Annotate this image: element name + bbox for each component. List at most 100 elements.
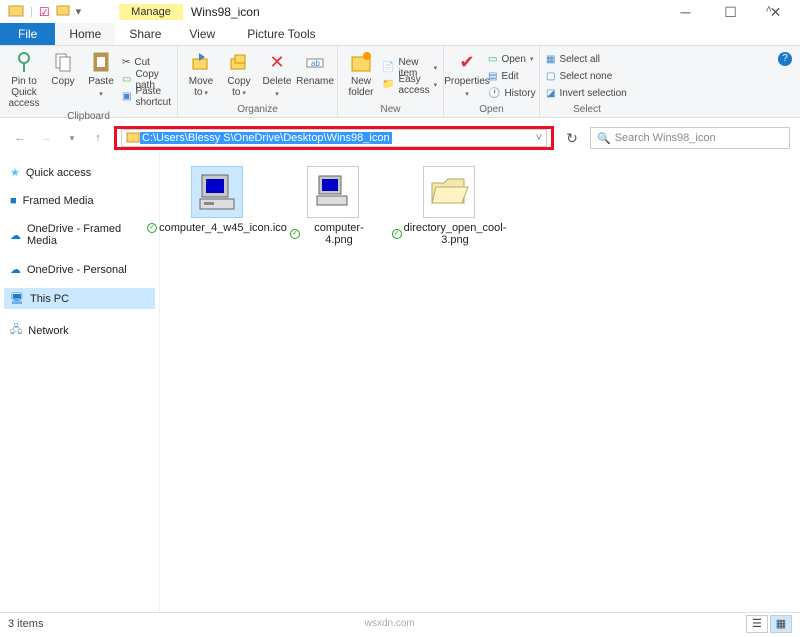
help-icon[interactable]: ? — [778, 52, 792, 66]
square-icon: ■ — [10, 195, 17, 207]
address-path-text: C:\Users\Blessy S\OneDrive\Desktop\Wins9… — [140, 132, 392, 144]
view-tab[interactable]: View — [175, 23, 229, 45]
minimize-button[interactable]: ─ — [663, 1, 708, 23]
file-label: ✓directory_open_cool-3.png — [392, 222, 507, 246]
svg-text:ab: ab — [311, 59, 320, 68]
watermark: wsxdn.com — [365, 618, 415, 629]
file-tab[interactable]: File — [0, 23, 55, 45]
status-bar: 3 items wsxdn.com ☰ ▦ — [0, 612, 800, 634]
main-area: ★Quick access ■Framed Media ☁OneDrive - … — [0, 152, 800, 612]
forward-button[interactable]: → — [36, 128, 56, 148]
select-group-label: Select — [546, 104, 628, 116]
newfolder-icon — [350, 50, 372, 74]
refresh-button[interactable]: ↻ — [560, 126, 584, 150]
picture-tools-tab[interactable]: Picture Tools — [237, 23, 325, 45]
history-icon: 🕐 — [488, 88, 500, 99]
shortcut-icon: ▣ — [122, 91, 131, 102]
move-to-button[interactable]: Move to — [184, 48, 218, 104]
select-all-button[interactable]: ▦Select all — [546, 51, 627, 68]
copypath-icon: ▭ — [122, 74, 131, 85]
rename-icon: ab — [305, 50, 325, 74]
copy-to-button[interactable]: Copy to — [222, 48, 256, 104]
edit-icon: ▤ — [488, 71, 497, 82]
delete-button[interactable]: ✕Delete — [260, 48, 294, 104]
ribbon: Pin to Quick access Copy Paste ✂Cut ▭Cop… — [0, 46, 800, 118]
maximize-button[interactable]: ☐ — [708, 1, 753, 23]
recent-locations-button[interactable]: ▾ — [62, 128, 82, 148]
network-icon: 🖧 — [10, 321, 22, 340]
file-item[interactable]: ✓computer_4_w45_icon.ico — [174, 166, 260, 234]
pin-to-quick-access-button[interactable]: Pin to Quick access — [6, 48, 42, 111]
new-group-label: New — [344, 104, 437, 116]
search-box[interactable]: 🔍 Search Wins98_icon — [590, 127, 790, 149]
search-placeholder: Search Wins98_icon — [615, 132, 716, 144]
sync-check-icon: ✓ — [147, 223, 157, 233]
paste-icon — [91, 50, 111, 74]
details-view-button[interactable]: ☰ — [746, 615, 768, 633]
window-title: Wins98_icon — [191, 5, 260, 19]
paste-shortcut-button[interactable]: ▣Paste shortcut — [122, 88, 171, 105]
selectnone-icon: ▢ — [546, 71, 555, 82]
qat-overflow[interactable]: ▾ — [76, 5, 82, 18]
new-folder-button[interactable]: New folder — [344, 48, 378, 104]
select-none-button[interactable]: ▢Select none — [546, 68, 627, 85]
easy-access-button[interactable]: 📁Easy access — [382, 76, 437, 93]
rename-button[interactable]: abRename — [298, 48, 332, 104]
copyto-icon — [229, 50, 249, 74]
address-bar[interactable]: C:\Users\Blessy S\OneDrive\Desktop\Wins9… — [121, 129, 547, 147]
computer-icon — [191, 166, 243, 218]
open-button[interactable]: ▭Open — [488, 51, 536, 68]
file-item[interactable]: ✓directory_open_cool-3.png — [406, 166, 492, 246]
history-button[interactable]: 🕐History — [488, 85, 536, 102]
collapse-ribbon-icon[interactable]: ˄ — [766, 4, 772, 16]
file-label: ✓computer_4_w45_icon.ico — [147, 222, 287, 234]
sync-check-icon: ✓ — [392, 229, 402, 239]
search-icon: 🔍 — [597, 132, 611, 145]
thumbnails-view-button[interactable]: ▦ — [770, 615, 792, 633]
titlebar: | ☑ ▾ Manage Wins98_icon ─ ☐ ✕ — [0, 0, 800, 23]
invert-selection-button[interactable]: ◪Invert selection — [546, 85, 627, 102]
back-button[interactable]: ← — [10, 128, 30, 148]
properties-icon: ✔ — [459, 50, 474, 74]
invert-icon: ◪ — [546, 88, 555, 99]
easyaccess-icon: 📁 — [382, 79, 394, 90]
delete-icon: ✕ — [269, 50, 284, 74]
share-tab[interactable]: Share — [115, 23, 175, 45]
folder-icon — [8, 2, 24, 21]
address-bar-highlight: C:\Users\Blessy S\OneDrive\Desktop\Wins9… — [114, 126, 554, 150]
manage-tab[interactable]: Manage — [119, 4, 183, 20]
cut-icon: ✂ — [122, 57, 130, 68]
sidebar-item-framed-media[interactable]: ■Framed Media — [4, 191, 155, 211]
qat-separator: | — [30, 6, 33, 18]
pc-icon: 🖥 — [10, 292, 24, 305]
file-item[interactable]: ✓computer-4.png — [290, 166, 376, 246]
sidebar-item-network[interactable]: 🖧Network — [4, 317, 155, 344]
navigation-pane: ★Quick access ■Framed Media ☁OneDrive - … — [0, 152, 160, 612]
home-tab[interactable]: Home — [55, 23, 115, 45]
sidebar-item-onedrive-framed[interactable]: ☁OneDrive - Framed Media — [4, 219, 155, 251]
copy-button[interactable]: Copy — [46, 48, 80, 111]
open-icon: ▭ — [488, 54, 497, 65]
checkbox-icon[interactable]: ☑ — [39, 5, 50, 19]
cloud-icon: ☁ — [10, 263, 21, 276]
organize-group-label: Organize — [184, 104, 331, 116]
moveto-icon — [191, 50, 211, 74]
paste-button[interactable]: Paste — [84, 48, 118, 111]
open-group-label: Open — [450, 104, 533, 116]
sidebar-item-onedrive-personal[interactable]: ☁OneDrive - Personal — [4, 259, 155, 280]
properties-button[interactable]: ✔Properties — [450, 48, 484, 104]
selectall-icon: ▦ — [546, 54, 555, 65]
folder-qat-icon[interactable] — [56, 3, 70, 20]
up-button[interactable]: ↑ — [88, 128, 108, 148]
file-label: ✓computer-4.png — [290, 222, 376, 246]
address-dropdown-icon[interactable]: ˅ — [536, 132, 542, 144]
sidebar-item-quick-access[interactable]: ★Quick access — [4, 162, 155, 183]
sidebar-item-this-pc[interactable]: 🖥This PC — [4, 288, 155, 309]
folder-icon — [126, 130, 140, 147]
sync-check-icon: ✓ — [290, 229, 300, 239]
close-button[interactable]: ✕ — [753, 1, 798, 23]
computer-icon — [307, 166, 359, 218]
newitem-icon: 📄 — [382, 62, 394, 73]
folder-open-icon — [423, 166, 475, 218]
edit-button[interactable]: ▤Edit — [488, 68, 536, 85]
